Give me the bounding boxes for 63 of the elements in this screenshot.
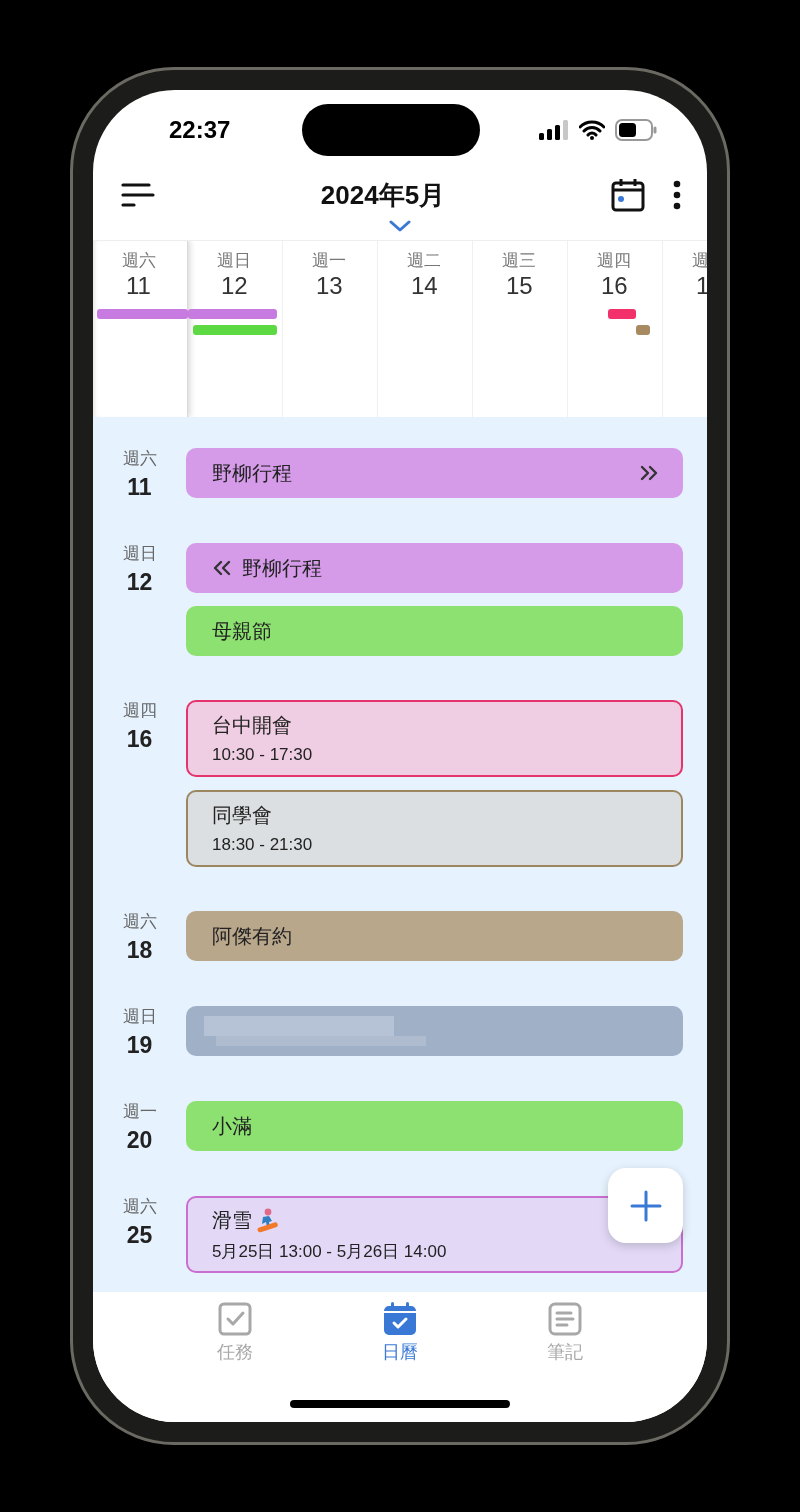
- event-card[interactable]: 阿傑有約: [186, 911, 683, 961]
- event-title: 同學會: [212, 803, 272, 828]
- event-time: 5月25日 13:00 - 5月26日 14:00: [212, 1240, 447, 1263]
- event-time: 18:30 - 21:30: [212, 835, 313, 855]
- date-number: 16: [126, 728, 153, 751]
- weekday-label: 週六: [121, 251, 157, 272]
- event-title: 阿傑有約: [212, 923, 293, 949]
- event-title: 小滿: [212, 1113, 253, 1139]
- event-card[interactable]: 野柳行程: [186, 543, 683, 593]
- date-number: 13: [315, 272, 344, 302]
- weekday-label: 週四: [122, 702, 157, 719]
- event-card[interactable]: 母親節: [186, 606, 683, 656]
- calendar-icon[interactable]: [611, 178, 645, 212]
- date-number: 14: [410, 272, 439, 302]
- double-chevron-right-icon: [639, 465, 659, 481]
- note-icon: [547, 1302, 582, 1336]
- plus-icon: [629, 1189, 662, 1222]
- month-title[interactable]: 2024年5月: [155, 177, 611, 213]
- date-number: 20: [126, 1129, 153, 1152]
- date-number: 11: [125, 272, 152, 302]
- add-button[interactable]: [608, 1168, 683, 1243]
- date-number: 15: [505, 272, 534, 302]
- date-number: 11: [127, 476, 152, 499]
- event-title: 滑雪: [212, 1207, 252, 1233]
- event-card[interactable]: 同學會 18:30 - 21:30: [186, 790, 683, 867]
- weekday-label: 週日: [122, 1008, 157, 1025]
- weekday-label: 週日: [122, 545, 157, 562]
- date-number: 12: [220, 272, 249, 302]
- double-chevron-left-icon: [212, 560, 232, 576]
- event-card[interactable]: 台中開會 10:30 - 17:30: [186, 700, 683, 777]
- event-time: 10:30 - 17:30: [212, 745, 313, 765]
- wifi-icon: [579, 120, 605, 140]
- event-card[interactable]: 野柳行程: [186, 448, 683, 498]
- date-number: 18: [126, 939, 153, 962]
- date-number: 12: [126, 571, 153, 594]
- day-column[interactable]: 週日 12: [188, 241, 283, 417]
- weekday-label: 週日: [216, 251, 252, 272]
- signal-icon: [539, 120, 569, 140]
- weekday-label: 週二: [406, 251, 442, 272]
- date-number: 16: [600, 272, 629, 302]
- chevron-down-icon[interactable]: [389, 220, 411, 232]
- status-time: 22:37: [169, 116, 231, 144]
- weekday-label: 週六: [122, 913, 157, 930]
- date-number: 19: [126, 1034, 153, 1057]
- event-title: 母親節: [212, 618, 273, 644]
- battery-icon: [615, 119, 657, 141]
- weekday-label: 週一: [122, 1103, 157, 1120]
- event-card[interactable]: 滑雪 5月25日 13:00 - 5月26日 14:00: [186, 1196, 683, 1273]
- weekday-label: 週一: [311, 251, 347, 272]
- event-card[interactable]: 小滿: [186, 1101, 683, 1151]
- event-title: 台中開會: [212, 713, 292, 738]
- event-title: 野柳行程: [242, 555, 323, 581]
- date-number: 25: [126, 1224, 153, 1247]
- day-column[interactable]: 週六 11: [93, 241, 188, 417]
- more-icon[interactable]: [673, 180, 681, 210]
- weekday-label: 週三: [501, 251, 537, 272]
- weekday-label: 週四: [596, 251, 632, 272]
- weekday-label: 週六: [122, 450, 157, 467]
- event-title: 野柳行程: [212, 460, 293, 486]
- weekday-label: 週六: [122, 1198, 157, 1215]
- menu-icon[interactable]: [121, 182, 155, 208]
- checkbox-icon: [218, 1302, 253, 1336]
- calendar-icon: [383, 1302, 417, 1336]
